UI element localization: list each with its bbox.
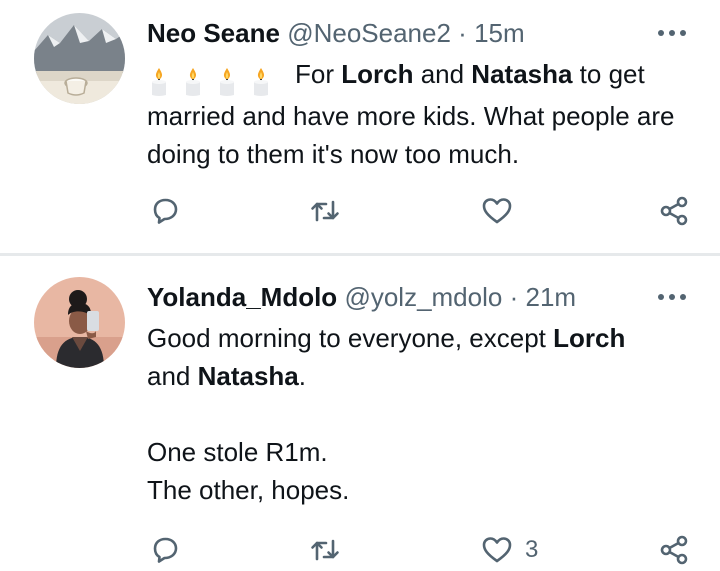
tweet-actions: 3	[147, 532, 692, 568]
like-button[interactable]	[479, 193, 525, 229]
retweet-icon	[311, 200, 339, 222]
user-handle[interactable]: @yolz_mdolo	[344, 282, 502, 312]
tweet-text-part: and	[147, 361, 198, 391]
share-button[interactable]	[656, 193, 692, 229]
avatar-photo	[34, 13, 125, 104]
tweet-text-part: .	[298, 361, 306, 391]
share-button[interactable]	[656, 532, 692, 568]
tweet-text: For Lorch and Natasha to get married and…	[147, 55, 707, 173]
display-name[interactable]: Neo Seane	[147, 18, 280, 48]
tweet-actions	[147, 193, 692, 229]
tweet[interactable]: Yolanda_Mdolo @yolz_mdolo · 21m Good mor…	[0, 256, 720, 571]
like-button[interactable]: 3	[479, 532, 538, 568]
like-icon	[482, 537, 512, 563]
share-icon	[660, 196, 688, 226]
more-icon[interactable]	[654, 15, 690, 51]
tweet-line: One stole R1m.	[147, 437, 328, 467]
tweet-line: Good morning to everyone, except Lorch	[147, 319, 707, 357]
tweet-text-bold: Natasha	[197, 361, 299, 391]
avatar[interactable]	[34, 277, 125, 368]
display-name[interactable]: Yolanda_Mdolo	[147, 282, 337, 312]
reply-button[interactable]	[147, 193, 183, 229]
candle-emoji	[147, 59, 283, 97]
retweet-icon	[311, 539, 339, 561]
tweet-text-bold: Lorch	[553, 323, 626, 353]
separator-dot: ·	[458, 18, 467, 48]
retweet-button[interactable]	[307, 193, 343, 229]
user-handle[interactable]: @NeoSeane2	[287, 18, 451, 48]
share-icon	[660, 535, 688, 565]
like-count: 3	[525, 536, 539, 563]
like-icon	[482, 198, 512, 224]
tweet-text: Good morning to everyone, except Lorch a…	[147, 319, 707, 509]
tweet-header: Yolanda_Mdolo @yolz_mdolo · 21m	[147, 279, 720, 315]
tweet-text-part: For	[295, 59, 342, 89]
tweet-line: and Natasha.	[147, 357, 707, 395]
separator-dot: ·	[509, 282, 519, 312]
avatar-photo	[34, 277, 125, 368]
tweet-line: The other, hopes.	[147, 475, 350, 505]
reply-icon	[153, 537, 178, 563]
tweet[interactable]: Neo Seane @NeoSeane2 · 15m For Lorch and…	[0, 0, 720, 254]
timestamp[interactable]: 15m	[474, 18, 525, 48]
tweet-text-part: and	[413, 59, 472, 89]
reply-icon	[153, 198, 178, 224]
more-icon[interactable]	[654, 279, 690, 315]
avatar[interactable]	[34, 13, 125, 104]
tweet-text-part: Good morning to everyone, except	[147, 323, 554, 353]
tweet-header: Neo Seane @NeoSeane2 · 15m	[147, 15, 720, 51]
retweet-button[interactable]	[307, 532, 343, 568]
reply-button[interactable]	[147, 532, 183, 568]
timestamp[interactable]: 21m	[525, 282, 576, 312]
tweet-text-bold: Natasha	[471, 59, 573, 89]
tweet-text-bold: Lorch	[341, 59, 414, 89]
